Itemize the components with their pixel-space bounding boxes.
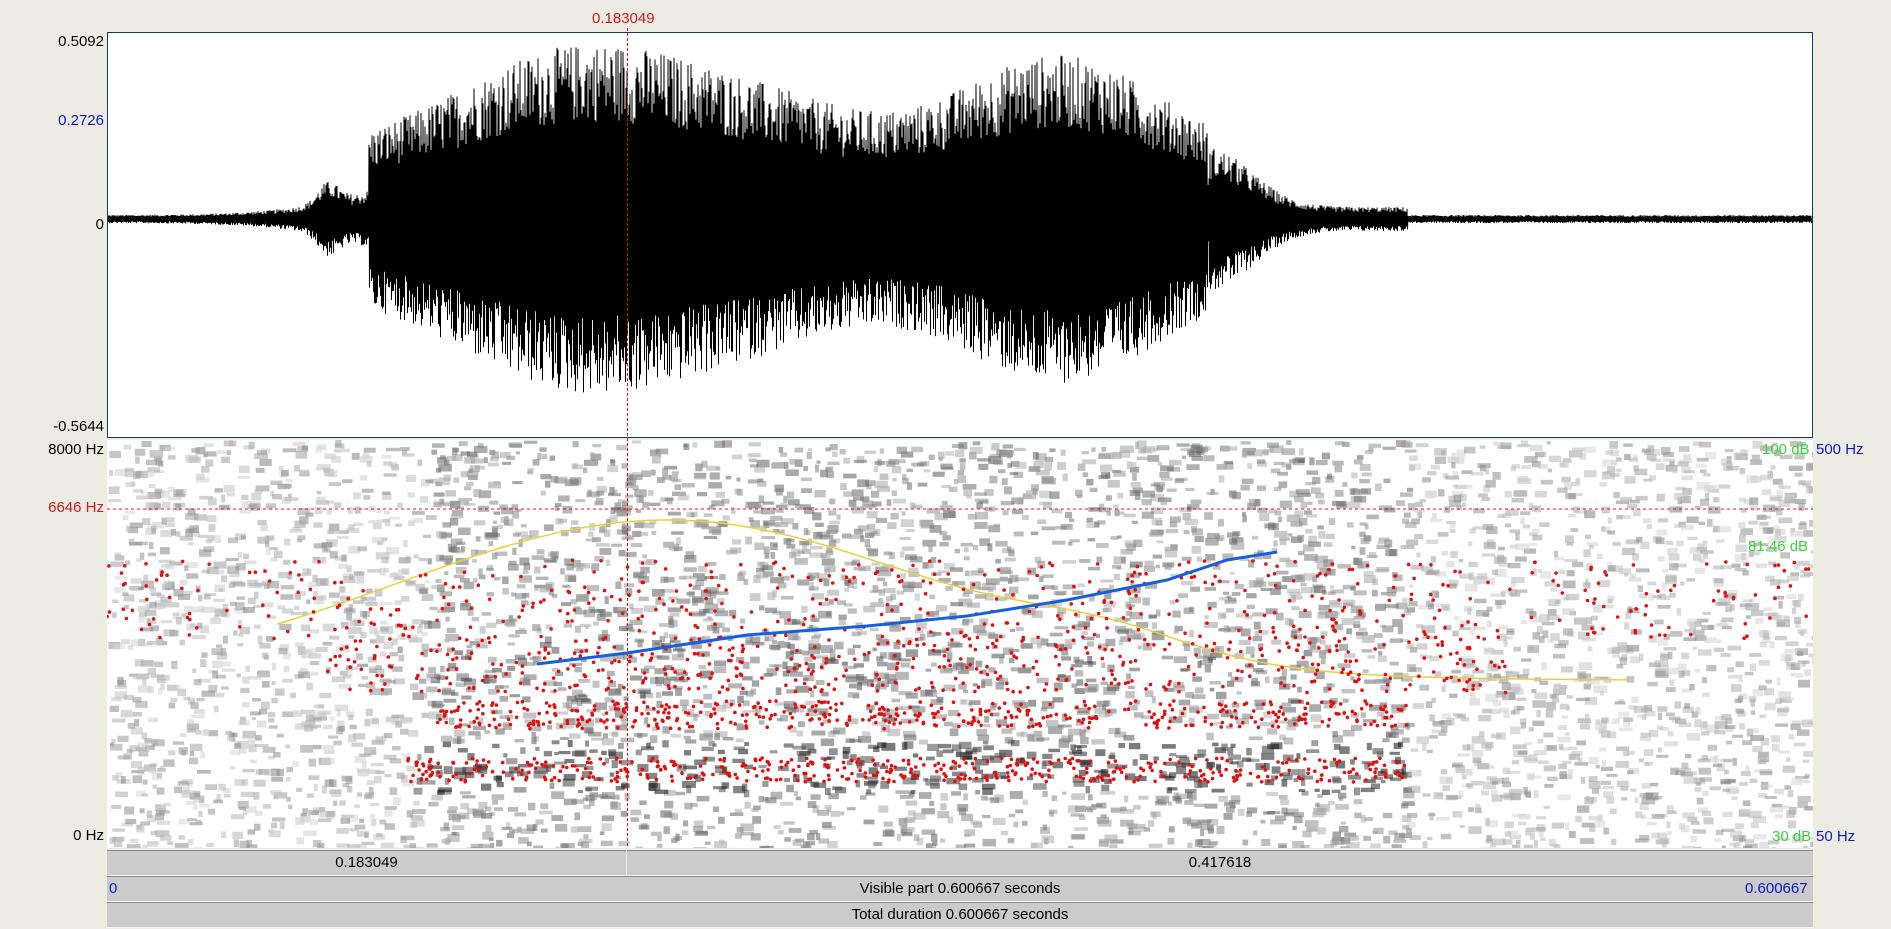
- visible-end-label: 0.600667: [1745, 880, 1808, 897]
- intensity-mark-label: 81.46 dB: [1748, 538, 1809, 555]
- waveform-trace: [108, 47, 1812, 393]
- cursor-time-label: 0.183049: [592, 10, 655, 27]
- waveform-ymark-label: 0.2726: [58, 112, 104, 129]
- segment-right-label: 0.417618: [1188, 854, 1252, 871]
- spectrogram-freq-bottom-label: 0 Hz: [73, 827, 104, 844]
- visible-part-bar[interactable]: Visible part 0.600667 seconds: [107, 876, 1813, 902]
- total-duration-label: Total duration 0.600667 seconds: [851, 906, 1069, 923]
- pitch-top-label: 500 Hz: [1816, 441, 1864, 458]
- intensity-bottom-label: 30 dB: [1772, 828, 1812, 845]
- waveform-zero-label: 0: [95, 216, 104, 233]
- pitch-bottom-label: 50 Hz: [1816, 828, 1856, 845]
- waveform-ymax-label: 0.5092: [58, 33, 104, 50]
- cursor-line[interactable]: [627, 28, 628, 846]
- waveform-panel[interactable]: [107, 32, 1813, 438]
- visible-start-label: 0: [109, 880, 118, 897]
- spectrogram-freq-cursor-label: 6646 Hz: [48, 499, 104, 516]
- segment-left-label: 0.183049: [335, 854, 398, 871]
- segment-bar-left[interactable]: 0.183049: [107, 850, 626, 876]
- spectrogram-freq-top-label: 8000 Hz: [48, 441, 104, 458]
- segment-bar-right[interactable]: 0.417618: [627, 850, 1813, 876]
- spectrogram-texture: [108, 440, 1813, 848]
- spectrogram-panel[interactable]: [107, 440, 1813, 848]
- spectrogram-plot: [107, 440, 1813, 848]
- waveform-ymin-label: -0.5644: [53, 418, 104, 435]
- visible-part-label: Visible part 0.600667 seconds: [859, 880, 1061, 897]
- intensity-top-label: 100 dB: [1762, 441, 1810, 458]
- total-duration-bar[interactable]: Total duration 0.600667 seconds: [107, 902, 1813, 928]
- waveform-plot: [108, 47, 1812, 393]
